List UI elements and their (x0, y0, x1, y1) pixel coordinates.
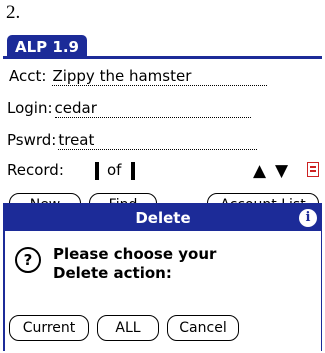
dialog-title-bar: Delete i (5, 205, 321, 231)
current-button[interactable]: Current (9, 315, 89, 341)
record-row: Record: of ▲ ▼ (7, 159, 319, 183)
up-arrow-icon[interactable]: ▲ (253, 163, 266, 180)
record-label: Record: (7, 161, 64, 179)
acct-label: Acct: (9, 67, 47, 85)
record-current-field[interactable] (95, 162, 99, 180)
title-underline (3, 56, 322, 59)
acct-field[interactable]: Zippy the hamster (52, 67, 268, 86)
step-label: 2. (6, 2, 21, 23)
login-field[interactable]: cedar (54, 99, 251, 118)
pswd-field[interactable]: treat (58, 131, 258, 150)
pswd-row: Pswrd: treat (7, 129, 258, 151)
info-icon[interactable]: i (299, 209, 317, 227)
palm-screen: ALP 1.9 Acct: Zippy the hamster Login: ced… (3, 33, 322, 351)
down-arrow-icon[interactable]: ▼ (275, 163, 288, 180)
acct-row: Acct: Zippy the hamster (9, 65, 268, 87)
dialog-message-line1: Please choose your (53, 245, 217, 263)
document-icon[interactable] (307, 162, 319, 177)
record-of-label: of (107, 161, 122, 179)
delete-dialog: Delete i ? Please choose your Delete act… (3, 203, 322, 351)
dialog-message-line2: Delete action: (53, 264, 172, 282)
question-icon: ? (15, 247, 41, 273)
app-title-bar: ALP 1.9 (3, 33, 322, 59)
login-row: Login: cedar (7, 97, 251, 119)
record-total-field (131, 162, 135, 180)
pswd-label: Pswrd: (7, 131, 57, 149)
cancel-button[interactable]: Cancel (167, 315, 239, 341)
all-button[interactable]: ALL (97, 315, 159, 341)
login-label: Login: (7, 99, 53, 117)
dialog-message: Please choose your Delete action: (53, 245, 216, 283)
dialog-title: Delete (135, 209, 191, 227)
